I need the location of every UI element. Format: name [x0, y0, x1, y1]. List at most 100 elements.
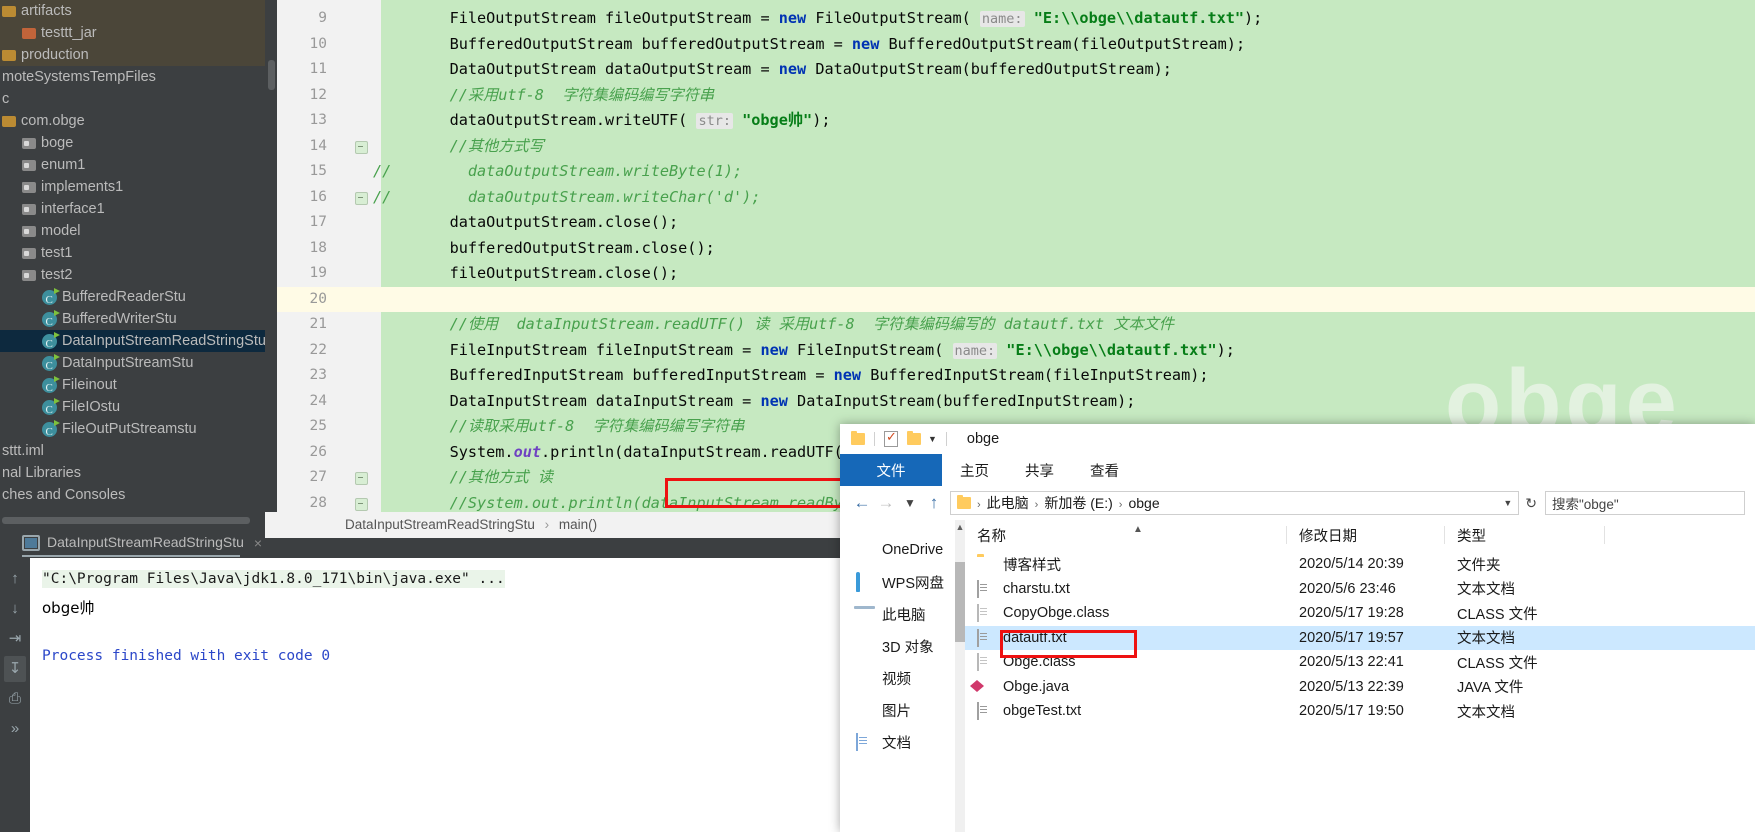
code-line[interactable]: DataOutputStream dataOutputStream = new …: [265, 57, 1755, 83]
print-icon[interactable]: ⎙: [4, 686, 26, 712]
nav-item-onedrive[interactable]: OneDrive: [840, 534, 962, 566]
tree-item-fileoutputstreamstu[interactable]: FileOutPutStreamstu: [0, 418, 265, 443]
code-line[interactable]: // dataOutputStream.writeChar('d');: [265, 185, 1755, 211]
file-name-cell[interactable]: charstu.txt: [965, 579, 1287, 598]
tree-item-boge[interactable]: boge: [0, 132, 265, 154]
file-row[interactable]: Obge.java 2020/5/13 22:39 JAVA 文件: [965, 675, 1755, 700]
breadcrumb-method[interactable]: main(): [559, 517, 597, 532]
code-line[interactable]: BufferedInputStream bufferedInputStream …: [265, 363, 1755, 389]
code-line[interactable]: FileInputStream fileInputStream = new Fi…: [265, 338, 1755, 364]
tree-item-bufferedwriterstu[interactable]: BufferedWriterStu: [0, 308, 265, 333]
nav-item--[interactable]: 图片: [840, 694, 962, 726]
file-row[interactable]: CopyObge.class 2020/5/17 19:28 CLASS 文件: [965, 601, 1755, 626]
explorer-file-list[interactable]: 名称 修改日期 类型 ▲ 博客样式 2020/5/14 20:39 文件夹 charstu…: [965, 520, 1755, 832]
address-crumbs[interactable]: › 此电脑 › 新加卷 (E:) › obge: [971, 493, 1160, 513]
customize-caret-icon[interactable]: ▼: [928, 434, 937, 444]
explorer-title-bar[interactable]: ▼ obge: [840, 424, 1755, 454]
file-explorer-window[interactable]: ▼ obge 文件主页共享查看 ← → ▼ ↑ › 此电脑 › 新加卷 (E:) › ob…: [840, 424, 1755, 832]
code-line[interactable]: dataOutputStream.writeUTF( str: "obge帅")…: [265, 108, 1755, 134]
tree-item-implements1[interactable]: implements1: [0, 176, 265, 198]
scrollbar-thumb[interactable]: [955, 562, 965, 642]
code-line[interactable]: //采用utf-8 字符集编码编写字符串: [265, 83, 1755, 109]
back-arrow-icon[interactable]: ←: [850, 493, 874, 513]
tree-item-model[interactable]: model: [0, 220, 265, 242]
code-line[interactable]: fileOutputStream.close();: [265, 261, 1755, 287]
close-icon[interactable]: ×: [254, 530, 262, 556]
folder-icon[interactable]: [851, 431, 865, 445]
scroll-to-end-icon[interactable]: ↧: [4, 656, 26, 682]
address-crumb[interactable]: 新加卷 (E:): [1044, 495, 1112, 511]
tree-item-c[interactable]: c: [0, 88, 265, 110]
nav-item-wps-[interactable]: WPS网盘: [840, 566, 962, 598]
tree-item-enum1[interactable]: enum1: [0, 154, 265, 176]
code-line[interactable]: //使用 dataInputStream.readUTF() 读 采用utf-8…: [265, 312, 1755, 338]
code-line[interactable]: [265, 287, 1755, 313]
up-arrow-icon[interactable]: ↑: [922, 493, 946, 513]
tree-item-ches-and-consoles[interactable]: ches and Consoles: [0, 484, 265, 506]
tree-item-artifacts[interactable]: artifacts: [0, 0, 265, 22]
recent-locations-caret-icon[interactable]: ▼: [898, 496, 922, 510]
address-breadcrumb-field[interactable]: › 此电脑 › 新加卷 (E:) › obge ▼: [950, 491, 1520, 515]
down-arrow-icon[interactable]: ↓: [4, 596, 26, 622]
code-line[interactable]: BufferedOutputStream bufferedOutputStrea…: [265, 32, 1755, 58]
tree-item-test1[interactable]: test1: [0, 242, 265, 264]
nav-pane-scrollbar[interactable]: ▲: [955, 520, 965, 832]
tree-item-interface1[interactable]: interface1: [0, 198, 265, 220]
breadcrumb-class[interactable]: DataInputStreamReadStringStu: [345, 517, 535, 532]
file-name-cell[interactable]: 博客样式: [965, 554, 1287, 575]
tree-item-fileiostu[interactable]: FileIOstu: [0, 396, 265, 421]
tree-item-fileinout[interactable]: Fileinout: [0, 374, 265, 399]
code-line[interactable]: bufferedOutputStream.close();: [265, 236, 1755, 262]
tree-item-datainputstreamstu[interactable]: DataInputStreamStu: [0, 352, 265, 377]
nav-item--[interactable]: 视频: [840, 662, 962, 694]
tree-item-nal-libraries[interactable]: nal Libraries: [0, 462, 265, 484]
address-crumb[interactable]: obge: [1128, 495, 1159, 511]
nav-item-3d-[interactable]: 3D 对象: [840, 630, 962, 662]
address-crumb[interactable]: 此电脑: [987, 495, 1029, 511]
refresh-icon[interactable]: ↻: [1525, 495, 1537, 512]
file-row[interactable]: obgeTest.txt 2020/5/17 19:50 文本文档: [965, 699, 1755, 724]
soft-wrap-icon[interactable]: ⇥: [4, 626, 26, 652]
address-dropdown-caret-icon[interactable]: ▼: [1495, 498, 1512, 508]
tree-item-com-obge[interactable]: com.obge: [0, 110, 265, 132]
console-tab[interactable]: DataInputStreamReadStringStu ×: [22, 529, 262, 555]
ribbon-tab-other[interactable]: 主页: [942, 454, 1007, 486]
ribbon-tab-other[interactable]: 查看: [1072, 454, 1137, 486]
ribbon-tab-file[interactable]: 文件: [840, 454, 942, 486]
file-row[interactable]: 博客样式 2020/5/14 20:39 文件夹: [965, 552, 1755, 577]
more-options-icon[interactable]: »: [4, 716, 26, 742]
search-input[interactable]: 搜索"obge": [1545, 491, 1745, 515]
nav-item--[interactable]: 文档: [840, 726, 962, 758]
scrollbar-thumb[interactable]: [2, 517, 250, 524]
scroll-up-icon[interactable]: ▲: [955, 520, 965, 534]
nav-item--[interactable]: 此电脑: [840, 598, 962, 630]
file-row[interactable]: charstu.txt 2020/5/6 23:46 文本文档: [965, 577, 1755, 602]
explorer-navigation-pane[interactable]: OneDrive WPS网盘 此电脑 3D 对象 视频 图片 文档: [840, 520, 962, 832]
code-line[interactable]: FileOutputStream fileOutputStream = new …: [265, 6, 1755, 32]
tree-item-production[interactable]: production: [0, 44, 265, 66]
properties-icon[interactable]: [884, 429, 898, 447]
tree-item-motesystemstempfiles[interactable]: moteSystemsTempFiles: [0, 66, 265, 88]
file-name-cell[interactable]: obgeTest.txt: [965, 702, 1287, 721]
column-header-1[interactable]: 修改日期: [1287, 520, 1445, 550]
code-line[interactable]: // dataOutputStream.writeByte(1);: [265, 159, 1755, 185]
column-header-2[interactable]: 类型: [1445, 520, 1605, 550]
code-line[interactable]: dataOutputStream.close();: [265, 210, 1755, 236]
tree-item-bufferedreaderstu[interactable]: BufferedReaderStu: [0, 286, 265, 311]
forward-arrow-icon[interactable]: →: [874, 493, 898, 513]
new-folder-icon[interactable]: [907, 431, 921, 445]
up-arrow-icon[interactable]: ↑: [4, 566, 26, 592]
file-list-header[interactable]: 名称 修改日期 类型: [965, 520, 1755, 550]
tree-item-test2[interactable]: test2: [0, 264, 265, 286]
file-name-cell[interactable]: Obge.java: [965, 679, 1287, 695]
ribbon-tab-other[interactable]: 共享: [1007, 454, 1072, 486]
explorer-ribbon-tabs[interactable]: 文件 主页 共享 查看: [840, 454, 1755, 486]
column-header-0[interactable]: 名称: [965, 520, 1287, 550]
tree-item-datainputstreamreadstringstu[interactable]: DataInputStreamReadStringStu: [0, 330, 266, 355]
code-line[interactable]: DataInputStream dataInputStream = new Da…: [265, 389, 1755, 415]
tree-item-testtt-jar[interactable]: testtt_jar: [0, 22, 265, 44]
code-line[interactable]: //其他方式写: [265, 134, 1755, 160]
sidebar-horizontal-scrollbar[interactable]: [0, 516, 258, 525]
tree-item-sttt-iml[interactable]: sttt.iml: [0, 440, 265, 462]
file-name-cell[interactable]: CopyObge.class: [965, 604, 1287, 623]
